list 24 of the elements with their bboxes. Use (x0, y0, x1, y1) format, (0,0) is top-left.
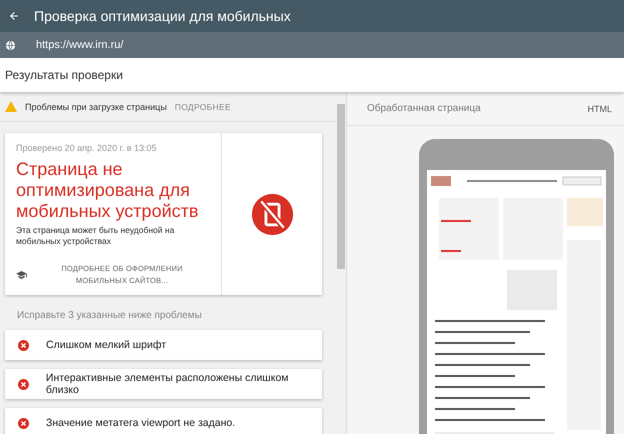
verdict-description: Эта страница может быть неудобной на мобильных устройствах (16, 225, 176, 247)
error-icon (18, 340, 29, 350)
issue-text: Интерактивные элементы расположены слишком близко (46, 372, 290, 396)
error-icon (18, 418, 29, 428)
url-text: https://www.irn.ru/ (36, 39, 124, 51)
globe-icon (5, 40, 16, 50)
issue-item[interactable]: Интерактивные элементы расположены слишком близко (5, 369, 322, 399)
results-title: Результаты проверки (5, 68, 123, 82)
issue-item[interactable]: Слишком мелкий шрифт (5, 330, 322, 360)
warning-icon (5, 101, 17, 112)
error-icon (18, 378, 29, 390)
verdict-headline: Страница не оптимизирована для мобильных устройств (16, 159, 200, 222)
checked-date: Проверено 20 апр. 2020 г. в 13:05 (16, 143, 158, 153)
html-tab[interactable]: HTML (588, 104, 612, 114)
crossed-phone-icon (250, 192, 294, 236)
fix-heading: Исправьте 3 указанные ниже проблемы (17, 310, 203, 321)
issue-text: Слишком мелкий шрифт (46, 339, 166, 351)
preview-title: Обработанная страница (367, 103, 481, 114)
graduation-cap-icon (16, 270, 27, 280)
issue-text: Значение метатега viewport не задано. (46, 417, 236, 429)
back-arrow-icon[interactable] (8, 10, 20, 22)
warning-text: Проблемы при загрузке страницы (25, 102, 167, 112)
issue-item[interactable]: Значение метатега viewport не задано. (5, 408, 322, 434)
app-title: Проверка оптимизации для мобильных (34, 8, 291, 24)
